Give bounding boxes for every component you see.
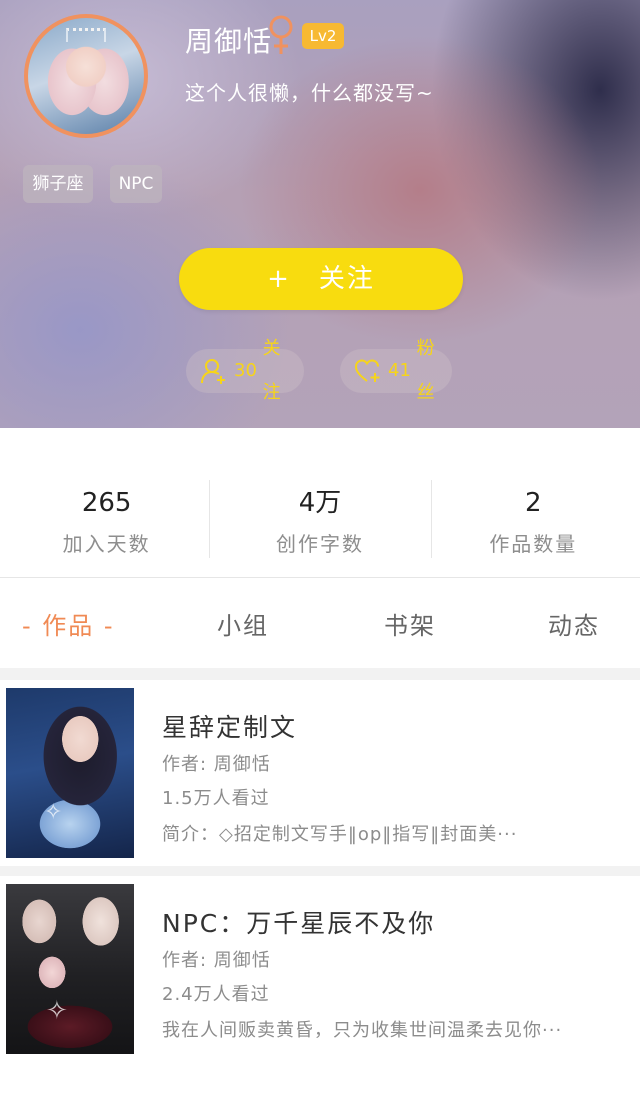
plus-icon: + [267,264,291,294]
stat-join-days: 265 加入天数 [0,462,213,560]
work-views: 2.4万人看过 [162,984,270,1005]
tag-npc[interactable]: NPC [110,165,162,203]
work-summary: 简介：◇招定制文写手‖op‖指写‖封面美··· [162,824,518,845]
follow-button-label: 关注 [318,264,375,294]
tag-zodiac[interactable]: 狮子座 [23,165,93,203]
avatar[interactable] [24,14,148,138]
work-author: 作者: 周御恬 [162,754,271,775]
stat-value: 2 [525,488,542,518]
stat-label: 加入天数 [62,532,151,556]
following-count: 30 [234,360,257,381]
tab-moments[interactable]: 动态 [548,596,600,656]
fans-button[interactable]: 41 粉丝 [340,338,452,403]
tab-group[interactable]: 小组 [217,596,269,656]
work-title: 星辞定制文 [162,713,298,742]
item-separator [0,866,640,876]
username: 周御恬 [185,25,273,58]
following-button[interactable]: 30 关注 [186,338,304,403]
tab-bookshelf[interactable]: 书架 [384,596,436,656]
profile-header: 周御恬 Lv2 这个人很懒，什么都没写~ 狮子座 NPC + 关注 30 关注 4… [0,0,640,428]
stats-divider [209,480,210,558]
level-badge: Lv2 [302,23,344,49]
work-summary: 我在人间贩卖黄昏，只为收集世间温柔去见你··· [162,1020,563,1041]
work-cover-image[interactable]: ✧ [6,688,134,858]
work-item[interactable]: ✧ 星辞定制文 作者: 周御恬 1.5万人看过 简介：◇招定制文写手‖op‖指写… [0,680,640,864]
cover-calligraphy-decoration: ✧ [44,800,63,825]
stat-value: 265 [81,488,132,518]
stat-label: 作品数量 [489,532,578,556]
stat-value: 4万 [298,488,342,518]
stat-label: 创作字数 [275,532,364,556]
heart-plus-icon [354,359,380,382]
stat-works-count: 2 作品数量 [427,462,640,560]
profile-tabs: - 作品 - 小组 书架 动态 [0,596,640,656]
bio-text: 这个人很懒，什么都没写~ [185,81,434,105]
stat-word-count: 4万 创作字数 [213,462,426,560]
avatar-crown-decoration [66,28,106,42]
follow-button[interactable]: + 关注 [179,248,463,310]
add-user-icon [201,359,225,384]
tab-works[interactable]: - 作品 - [22,596,115,656]
work-views: 1.5万人看过 [162,788,270,809]
work-author: 作者: 周御恬 [162,950,271,971]
following-label: 关注 [262,338,281,403]
cover-calligraphy-decoration: ✧ [46,996,68,1026]
female-icon [269,15,293,54]
fans-count: 41 [388,360,411,381]
stats-divider [431,480,432,558]
stats-row: 265 加入天数 4万 创作字数 2 作品数量 [0,462,640,560]
work-cover-image[interactable]: ✧ [6,884,134,1054]
fans-label: 粉丝 [416,338,435,403]
work-item[interactable]: ✧ NPC：万千星辰不及你 作者: 周御恬 2.4万人看过 我在人间贩卖黄昏，只… [0,876,640,1060]
section-separator [0,668,640,680]
work-title: NPC：万千星辰不及你 [162,909,436,938]
section-divider [0,577,640,578]
